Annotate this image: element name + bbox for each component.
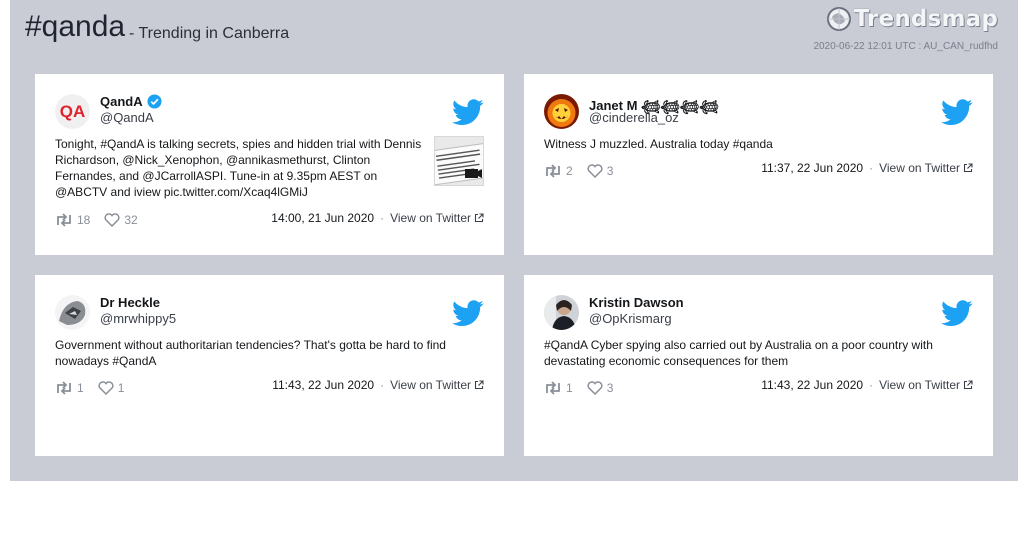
avatar[interactable] <box>544 295 579 330</box>
tweet-text: Witness J muzzled. Australia today #qand… <box>544 137 773 151</box>
retweet-icon <box>57 213 71 227</box>
author-handle[interactable]: @OpKrismarg <box>589 311 672 326</box>
tweet-text: #QandA Cyber spying also carried out by … <box>544 338 933 368</box>
tweet-card: Dr Heckle @mrwhippy5 Government without … <box>35 275 504 456</box>
twitter-bird-icon[interactable] <box>941 300 973 332</box>
retweet-button[interactable]: 1 <box>544 381 573 395</box>
retweet-count: 1 <box>77 381 84 395</box>
heart-icon <box>98 381 114 395</box>
like-count: 32 <box>124 213 138 227</box>
avatar[interactable] <box>544 94 579 129</box>
view-on-twitter-label: View on Twitter <box>390 378 471 392</box>
author-name[interactable]: Kristin Dawson <box>589 295 684 310</box>
avatar[interactable] <box>55 295 90 330</box>
twitter-bird-icon[interactable] <box>452 99 484 131</box>
page-title: #qanda <box>25 10 126 43</box>
tweet-card: Janet M 𓆉𓆉𓆉𓆉 @cinderella_oz Witness J mu… <box>524 74 993 255</box>
tweet-actions: 1 1 <box>55 381 138 395</box>
tweet-media-thumbnail[interactable] <box>434 136 484 186</box>
tweet-footer: 11:37, 22 Jun 2020 · View on Twitter <box>761 161 973 175</box>
twitter-bird-icon[interactable] <box>941 99 973 131</box>
tweet-footer: 14:00, 21 Jun 2020 · View on Twitter <box>271 211 484 225</box>
tweet-text: Tonight, #QandA is talking secrets, spie… <box>55 137 422 199</box>
trendsmap-logo[interactable]: Trendsmap <box>826 6 998 32</box>
author-name-label: QandA <box>100 94 143 109</box>
author-handle[interactable]: @mrwhippy5 <box>100 311 176 326</box>
author-name[interactable]: QandA <box>100 94 162 109</box>
retweet-button[interactable]: 18 <box>55 213 90 227</box>
tweet-actions: 1 3 <box>544 381 627 395</box>
retweet-icon <box>57 381 71 395</box>
heart-icon <box>587 381 603 395</box>
heart-icon <box>104 213 120 227</box>
retweet-button[interactable]: 2 <box>544 164 573 178</box>
like-button[interactable]: 1 <box>98 381 125 395</box>
author-handle[interactable]: @cinderella_oz <box>589 110 679 125</box>
like-button[interactable]: 32 <box>104 213 138 227</box>
view-on-twitter-label: View on Twitter <box>390 211 471 225</box>
tweet-text: Government without authoritarian tendenc… <box>55 338 446 368</box>
view-on-twitter-link[interactable]: View on Twitter <box>390 211 484 225</box>
author-name-label: Kristin Dawson <box>589 295 684 310</box>
separator: · <box>869 378 874 392</box>
external-link-icon <box>963 163 973 173</box>
tweet-actions: 2 3 <box>544 164 627 178</box>
separator: · <box>380 378 385 392</box>
tweet-card: QA QandA @QandA Tonight, #QandA is talki… <box>35 74 504 255</box>
tweet-time[interactable]: 11:37, 22 Jun 2020 <box>761 161 863 175</box>
like-button[interactable]: 3 <box>587 381 614 395</box>
tweet-time[interactable]: 11:43, 22 Jun 2020 <box>272 378 374 392</box>
view-on-twitter-link[interactable]: View on Twitter <box>879 161 973 175</box>
view-on-twitter-label: View on Twitter <box>879 161 960 175</box>
like-count: 3 <box>606 381 614 395</box>
tweet-footer: 11:43, 22 Jun 2020 · View on Twitter <box>761 378 973 392</box>
tweet-footer: 11:43, 22 Jun 2020 · View on Twitter <box>272 378 484 392</box>
view-on-twitter-label: View on Twitter <box>879 378 960 392</box>
twitter-bird-icon[interactable] <box>452 300 484 332</box>
author-name-label: Dr Heckle <box>100 295 160 310</box>
timestamp-meta: 2020-06-22 12:01 UTC : AU_CAN_rudfhd <box>813 41 998 52</box>
logo-text: Trendsmap <box>853 6 998 32</box>
like-count: 3 <box>606 164 614 178</box>
avatar[interactable]: QA <box>55 94 90 129</box>
trend-panel: #qanda - Trending in Canberra Trendsmap … <box>10 0 1018 481</box>
tweet-time[interactable]: 11:43, 22 Jun 2020 <box>761 378 863 392</box>
trendsmap-globe-icon <box>826 7 851 31</box>
view-on-twitter-link[interactable]: View on Twitter <box>879 378 973 392</box>
retweet-count: 2 <box>566 164 573 178</box>
tweet-time[interactable]: 14:00, 21 Jun 2020 <box>271 211 374 225</box>
heart-icon <box>587 164 603 178</box>
svg-text:QA: QA <box>60 102 86 121</box>
retweet-count: 1 <box>566 381 573 395</box>
author-name[interactable]: Dr Heckle <box>100 295 160 310</box>
external-link-icon <box>474 213 484 223</box>
external-link-icon <box>474 380 484 390</box>
separator: · <box>869 161 874 175</box>
retweet-icon <box>546 381 560 395</box>
tweet-actions: 18 32 <box>55 213 152 227</box>
like-count: 1 <box>117 381 125 395</box>
view-on-twitter-link[interactable]: View on Twitter <box>390 378 484 392</box>
like-button[interactable]: 3 <box>587 164 614 178</box>
retweet-icon <box>546 164 560 178</box>
verified-badge-icon <box>147 94 162 109</box>
tweet-card: Kristin Dawson @OpKrismarg #QandA Cyber … <box>524 275 993 456</box>
external-link-icon <box>963 380 973 390</box>
location-subtitle: - Trending in Canberra <box>129 25 290 42</box>
retweet-button[interactable]: 1 <box>55 381 84 395</box>
author-handle[interactable]: @QandA <box>100 110 154 125</box>
retweet-count: 18 <box>77 213 91 227</box>
separator: · <box>380 211 385 225</box>
